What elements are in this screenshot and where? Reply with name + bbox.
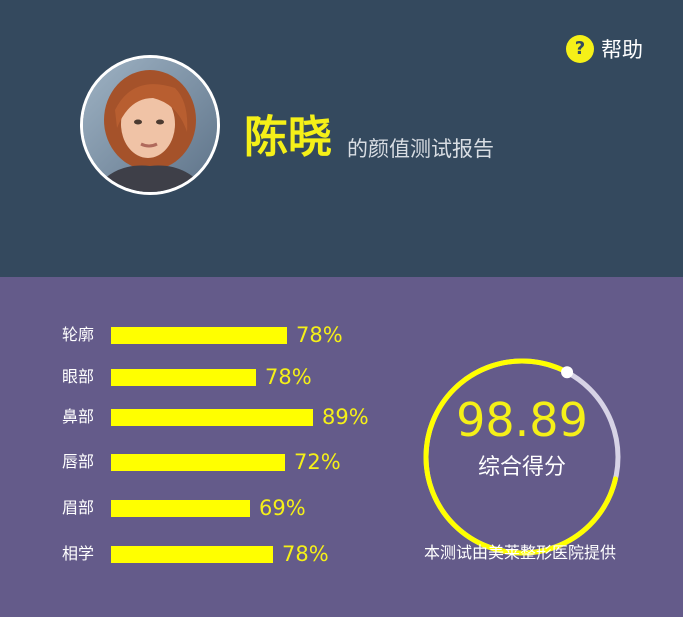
feature-score-row: 轮廓 78% [0, 320, 400, 350]
feature-bar [111, 500, 250, 517]
feature-score-row: 唇部 72% [0, 447, 400, 477]
feature-bar [111, 327, 287, 344]
help-label: 帮助 [601, 38, 643, 62]
feature-value: 78% [296, 323, 343, 347]
feature-value: 69% [259, 496, 306, 520]
feature-label: 唇部 [62, 452, 95, 471]
feature-score-row: 相学 78% [0, 539, 400, 569]
feature-bar [111, 546, 273, 563]
header-panel: ? 帮助 陈晓 的颜值测试报告 [0, 0, 683, 277]
feature-score-row: 眼部 78% [0, 362, 400, 392]
feature-value: 89% [322, 405, 369, 429]
feature-bar-track [111, 409, 321, 426]
feature-bar-track [111, 327, 321, 344]
question-circle-icon: ? [566, 35, 594, 63]
feature-value: 72% [294, 450, 341, 474]
feature-label: 鼻部 [62, 407, 95, 426]
feature-score-row: 眉部 69% [0, 493, 400, 523]
feature-value: 78% [265, 365, 312, 389]
help-button[interactable]: ? 帮助 [566, 34, 643, 64]
feature-label: 轮廓 [62, 325, 95, 344]
feature-bar [111, 369, 256, 386]
avatar [80, 55, 220, 195]
avatar-portrait [83, 58, 217, 192]
total-score: 98.89 [456, 393, 588, 447]
report-subtitle: 的颜值测试报告 [347, 137, 494, 161]
feature-bar [111, 454, 285, 471]
provider-footnote: 本测试由美莱整形医院提供 [423, 543, 616, 562]
feature-label: 眼部 [62, 367, 95, 386]
feature-label: 相学 [62, 544, 95, 563]
feature-label: 眉部 [62, 498, 95, 517]
feature-bar [111, 409, 313, 426]
total-score-label: 综合得分 [477, 455, 566, 480]
feature-score-row: 鼻部 89% [0, 402, 400, 432]
feature-value: 78% [282, 542, 329, 566]
feature-bar-track [111, 454, 321, 471]
user-name: 陈晓 [244, 112, 332, 163]
gauge-knob [561, 366, 574, 379]
